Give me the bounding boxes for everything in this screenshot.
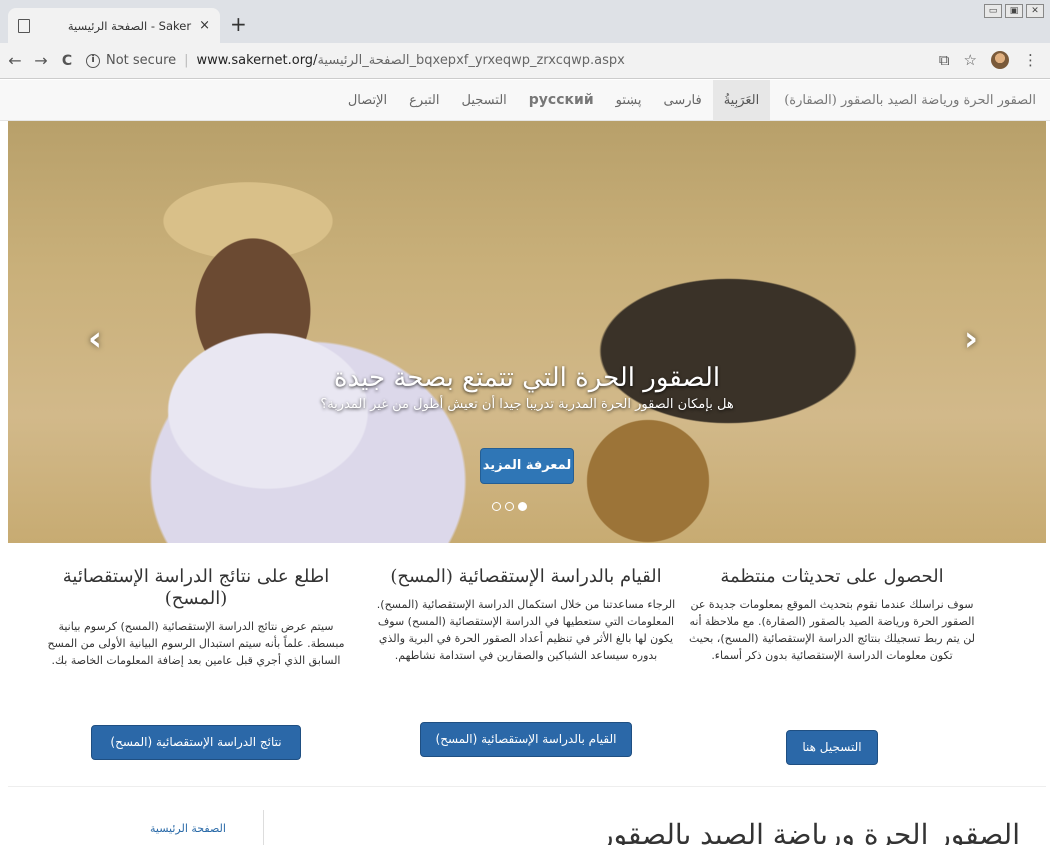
column-title: اطلع على نتائج الدراسة الإستقصائية (المس… bbox=[62, 566, 330, 609]
new-tab-button[interactable]: + bbox=[230, 14, 247, 34]
info-icon[interactable]: i bbox=[86, 53, 100, 68]
browser-tab[interactable]: الصفحة الرئيسية - Saker × bbox=[8, 8, 220, 43]
minimize-button[interactable]: ▭ bbox=[984, 4, 1002, 18]
window-controls: ▭ ▣ ✕ bbox=[984, 4, 1044, 18]
section-title: الصقور الحرة ورياضة الصيد بالصقور bbox=[599, 818, 1020, 845]
nav-item-register[interactable]: التسجيل bbox=[451, 80, 518, 121]
site-brand[interactable]: الصقور الحرة ورياضة الصيد بالصقور (الصقا… bbox=[770, 93, 1036, 108]
nav-item-contact[interactable]: الإتصال bbox=[337, 80, 398, 121]
column-updates: الحصول على تحديثات منتظمة سوف نراسلك عند… bbox=[682, 566, 982, 765]
bookmark-star-icon[interactable]: ☆ bbox=[964, 51, 977, 69]
carousel-heading: الصقور الحرة التي تتمتع بصحة جيدة bbox=[333, 363, 721, 393]
security-status: Not secure bbox=[106, 53, 177, 68]
hero-carousel: ‹ › الصقور الحرة التي تتمتع بصحة جيدة هل… bbox=[8, 121, 1046, 543]
column-take-survey: القيام بالدراسة الإستقصائية (المسح) الرج… bbox=[376, 566, 676, 757]
column-title: الحصول على تحديثات منتظمة bbox=[720, 566, 944, 587]
column-body: سوف نراسلك عندما نقوم بتحديث الموقع بمعل… bbox=[689, 598, 975, 662]
forward-icon[interactable]: → bbox=[30, 51, 52, 70]
survey-results-button[interactable]: نتائج الدراسة الإستقصائية (المسح) bbox=[91, 725, 301, 760]
learn-more-button[interactable]: لمعرفة المزيد bbox=[480, 448, 574, 484]
carousel-indicators bbox=[492, 502, 527, 511]
carousel-next-icon[interactable]: › bbox=[964, 319, 978, 359]
carousel-prev-icon[interactable]: ‹ bbox=[88, 319, 102, 359]
carousel-dot[interactable] bbox=[492, 502, 501, 511]
take-survey-button[interactable]: القيام بالدراسة الإستقصائية (المسح) bbox=[420, 722, 632, 757]
carousel-dot-active[interactable] bbox=[518, 502, 527, 511]
register-here-button[interactable]: التسجيل هنا bbox=[786, 730, 878, 765]
browser-tab-bar: الصفحة الرئيسية - Saker × + ▭ ▣ ✕ bbox=[0, 0, 1050, 43]
back-icon[interactable]: ← bbox=[4, 51, 26, 70]
carousel-subheading: هل بإمكان الصقور الحرة المدربة تدريبا جي… bbox=[320, 397, 734, 412]
nav-item-pashto[interactable]: پښتو bbox=[605, 80, 653, 121]
nav-item-arabic[interactable]: العَرَبِيةُ bbox=[712, 79, 771, 121]
url-input[interactable]: i Not secure | www.sakernet.org/ الصفحة_… bbox=[86, 47, 926, 75]
column-body: الرجاء مساعدتنا من خلال استكمال الدراسة … bbox=[376, 598, 676, 662]
nav-item-farsi[interactable]: فارسی bbox=[653, 80, 713, 121]
url-separator: | bbox=[184, 53, 189, 68]
sidebar-divider bbox=[263, 810, 264, 845]
column-title: القيام بالدراسة الإستقصائية (المسح) bbox=[390, 566, 662, 587]
translate-icon[interactable]: ⧉ bbox=[939, 51, 950, 69]
site-navbar: الصقور الحرة ورياضة الصيد بالصقور (الصقا… bbox=[0, 79, 1050, 121]
column-body: سيتم عرض نتائج الدراسة الإستقصائية (المس… bbox=[47, 620, 345, 667]
profile-avatar[interactable] bbox=[991, 51, 1009, 69]
menu-icon[interactable]: ⋮ bbox=[1023, 51, 1038, 69]
nav-item-donate[interactable]: التبرع bbox=[398, 80, 450, 121]
home-link[interactable]: الصفحة الرئيسية bbox=[150, 822, 226, 835]
url-host: www.sakernet.org/ bbox=[196, 53, 318, 68]
carousel-caption: الصقور الحرة التي تتمتع بصحة جيدة هل بإم… bbox=[8, 363, 1046, 412]
close-window-button[interactable]: ✕ bbox=[1026, 4, 1044, 18]
column-survey-results: اطلع على نتائج الدراسة الإستقصائية (المس… bbox=[46, 566, 346, 760]
tab-title: الصفحة الرئيسية - Saker bbox=[67, 18, 192, 33]
maximize-button[interactable]: ▣ bbox=[1005, 4, 1023, 18]
feature-columns: الحصول على تحديثات منتظمة سوف نراسلك عند… bbox=[0, 566, 1050, 776]
section-divider bbox=[8, 786, 1046, 787]
reload-icon[interactable]: C bbox=[56, 53, 78, 69]
toolbar-icons: ⧉ ☆ ⋮ bbox=[939, 51, 1038, 69]
page-icon bbox=[18, 18, 30, 33]
url-path: الصفحة_الرئيسية_bqxepxf_yrxeqwp_zrxcqwp.… bbox=[317, 53, 625, 68]
nav-item-russian[interactable]: русский bbox=[518, 80, 605, 121]
tab-close-icon[interactable]: × bbox=[199, 18, 210, 33]
address-bar-row: ← → C i Not secure | www.sakernet.org/ ا… bbox=[0, 43, 1050, 79]
carousel-dot[interactable] bbox=[505, 502, 514, 511]
